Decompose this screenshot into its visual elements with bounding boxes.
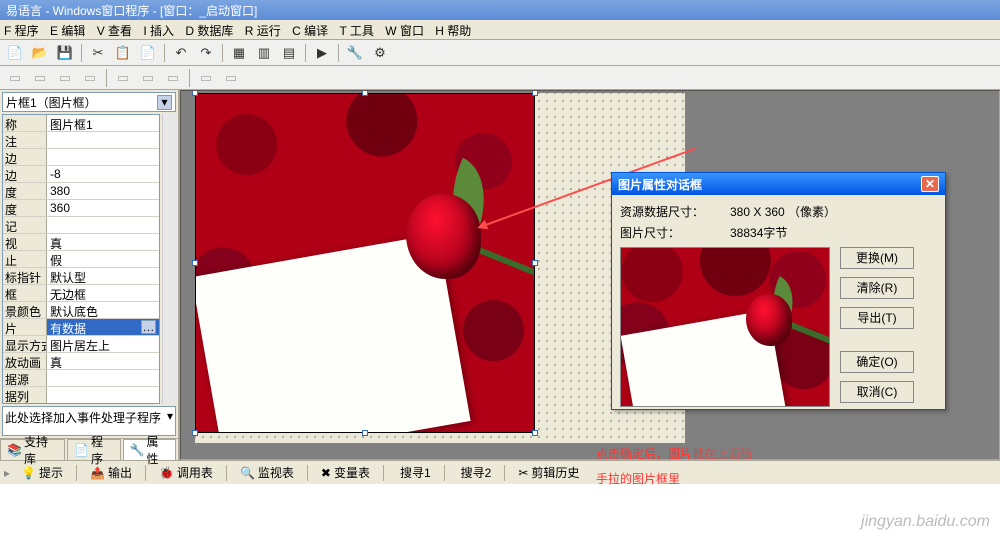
bottom-剪辑历史[interactable]: ✂剪辑历史 — [511, 461, 586, 484]
new-icon[interactable]: 📄 — [4, 43, 26, 63]
prop-row[interactable]: 记 — [3, 217, 159, 234]
menu-database[interactable]: D 数据库 — [185, 24, 233, 38]
undo-icon[interactable]: ↶ — [170, 43, 192, 63]
image-size-value: 38834字节 — [730, 224, 787, 241]
prop-row[interactable]: 框无边框 — [3, 285, 159, 302]
dialog-btn-4[interactable]: 取消(C) — [840, 381, 914, 403]
prop-row[interactable]: 度380 — [3, 183, 159, 200]
image-size-label: 图片尺寸： — [620, 224, 710, 241]
prop-row[interactable]: 据列 — [3, 387, 159, 404]
align9-icon[interactable]: ▭ — [220, 68, 242, 88]
dialog-btn-0[interactable]: 更换(M) — [840, 247, 914, 269]
menubar: F 程序 E 编辑 V 查看 I 插入 D 数据库 R 运行 C 编译 T 工具… — [0, 20, 1000, 40]
dialog-btn-3[interactable]: 确定(O) — [840, 351, 914, 373]
window-titlebar: 易语言 - Windows窗口程序 - [窗口：_启动窗口] — [0, 0, 1000, 20]
picture-box[interactable] — [195, 93, 535, 433]
align1-icon[interactable]: ▭ — [4, 68, 26, 88]
close-icon[interactable]: ✕ — [921, 176, 939, 192]
tab-支持库[interactable]: 📚支持库 — [0, 439, 65, 460]
prop-row[interactable]: 显示方式图片居左上 — [3, 336, 159, 353]
bottom-搜寻1[interactable]: 搜寻1 — [390, 461, 438, 484]
event-helper[interactable]: 此处选择加入事件处理子程序▾ — [2, 406, 176, 436]
left-tabs: 📚支持库📄程序🔧属性 — [0, 438, 178, 460]
save-icon[interactable]: 💾 — [54, 43, 76, 63]
menu-program[interactable]: F 程序 — [4, 24, 39, 38]
align4-icon[interactable]: ▭ — [79, 68, 101, 88]
watermark: jingyan.baidu.com — [861, 513, 990, 531]
image-preview — [620, 247, 830, 407]
dialog-titlebar[interactable]: 图片属性对话框 ✕ — [612, 173, 945, 195]
prop-row[interactable]: 标指针默认型 — [3, 268, 159, 285]
prop-row[interactable]: 片有数据… — [3, 319, 159, 336]
resource-size-label: 资源数据尺寸： — [620, 203, 710, 220]
redo-icon[interactable]: ↷ — [195, 43, 217, 63]
dialog-btn-1[interactable]: 清除(R) — [840, 277, 914, 299]
prop-row[interactable]: 止假 — [3, 251, 159, 268]
run-icon[interactable]: ▶ — [311, 43, 333, 63]
prop-row[interactable]: 注 — [3, 132, 159, 149]
bottom-提示[interactable]: 💡提示 — [14, 461, 70, 484]
prop-row[interactable]: 度360 — [3, 200, 159, 217]
image-property-dialog: 图片属性对话框 ✕ 资源数据尺寸： 380 X 360 （像素） 图片尺寸： 3… — [611, 172, 946, 410]
align5-icon[interactable]: ▭ — [112, 68, 134, 88]
open-icon[interactable]: 📂 — [29, 43, 51, 63]
property-grid[interactable]: 称图片框1注边边-8度380度360记视真止假标指针默认型框无边框景颜色默认底色… — [2, 114, 160, 404]
align6-icon[interactable]: ▭ — [137, 68, 159, 88]
dialog-btn-2[interactable]: 导出(T) — [840, 307, 914, 329]
menu-edit[interactable]: E 编辑 — [50, 24, 85, 38]
prop-row[interactable]: 边 — [3, 149, 159, 166]
tool-icon[interactable]: 🔧 — [344, 43, 366, 63]
menu-window[interactable]: W 窗口 — [385, 24, 424, 38]
menu-compile[interactable]: C 编译 — [292, 24, 328, 38]
toolbar-main: 📄 📂 💾 ✂ 📋 📄 ↶ ↷ ▦ ▥ ▤ ▶ 🔧 ⚙ — [0, 40, 1000, 66]
bottom-变量表[interactable]: ✖变量表 — [314, 461, 377, 484]
align7-icon[interactable]: ▭ — [162, 68, 184, 88]
layout2-icon[interactable]: ▥ — [253, 43, 275, 63]
prop-row[interactable]: 景颜色默认底色 — [3, 302, 159, 319]
annotation-text: 点击确定后，图片就在上面随 手拉的图片框里 — [596, 440, 752, 490]
prop-row[interactable]: 据源 — [3, 370, 159, 387]
bottom-调用表[interactable]: 🐞调用表 — [152, 461, 220, 484]
align8-icon[interactable]: ▭ — [195, 68, 217, 88]
bottom-搜寻2[interactable]: 搜寻2 — [451, 461, 499, 484]
align3-icon[interactable]: ▭ — [54, 68, 76, 88]
prop-row[interactable]: 放动画真 — [3, 353, 159, 370]
toolbar-align: ▭ ▭ ▭ ▭ ▭ ▭ ▭ ▭ ▭ — [0, 66, 1000, 90]
bottom-输出[interactable]: 📤输出 — [83, 461, 139, 484]
prop-row[interactable]: 边-8 — [3, 166, 159, 183]
layout3-icon[interactable]: ▤ — [278, 43, 300, 63]
scrollbar-vertical[interactable] — [162, 114, 178, 404]
prop-row[interactable]: 视真 — [3, 234, 159, 251]
resource-size-value: 380 X 360 （像素） — [730, 203, 836, 220]
menu-tools[interactable]: T 工具 — [339, 24, 373, 38]
menu-insert[interactable]: I 插入 — [143, 24, 174, 38]
tab-属性[interactable]: 🔧属性 — [123, 439, 176, 460]
align2-icon[interactable]: ▭ — [29, 68, 51, 88]
object-selector[interactable]: 片框1（图片框）▾ — [2, 92, 176, 112]
tab-程序[interactable]: 📄程序 — [67, 439, 120, 460]
menu-help[interactable]: H 帮助 — [435, 24, 471, 38]
prop-row[interactable]: 称图片框1 — [3, 115, 159, 132]
chevron-down-icon[interactable]: ▾ — [157, 95, 172, 110]
gear-icon[interactable]: ⚙ — [369, 43, 391, 63]
bottom-监视表[interactable]: 🔍监视表 — [233, 461, 301, 484]
menu-run[interactable]: R 运行 — [245, 24, 281, 38]
property-panel: 片框1（图片框）▾ 称图片框1注边边-8度380度360记视真止假标指针默认型框… — [0, 90, 180, 460]
paste-icon[interactable]: 📄 — [137, 43, 159, 63]
menu-view[interactable]: V 查看 — [97, 24, 132, 38]
layout1-icon[interactable]: ▦ — [228, 43, 250, 63]
copy-icon[interactable]: 📋 — [112, 43, 134, 63]
cut-icon[interactable]: ✂ — [87, 43, 109, 63]
